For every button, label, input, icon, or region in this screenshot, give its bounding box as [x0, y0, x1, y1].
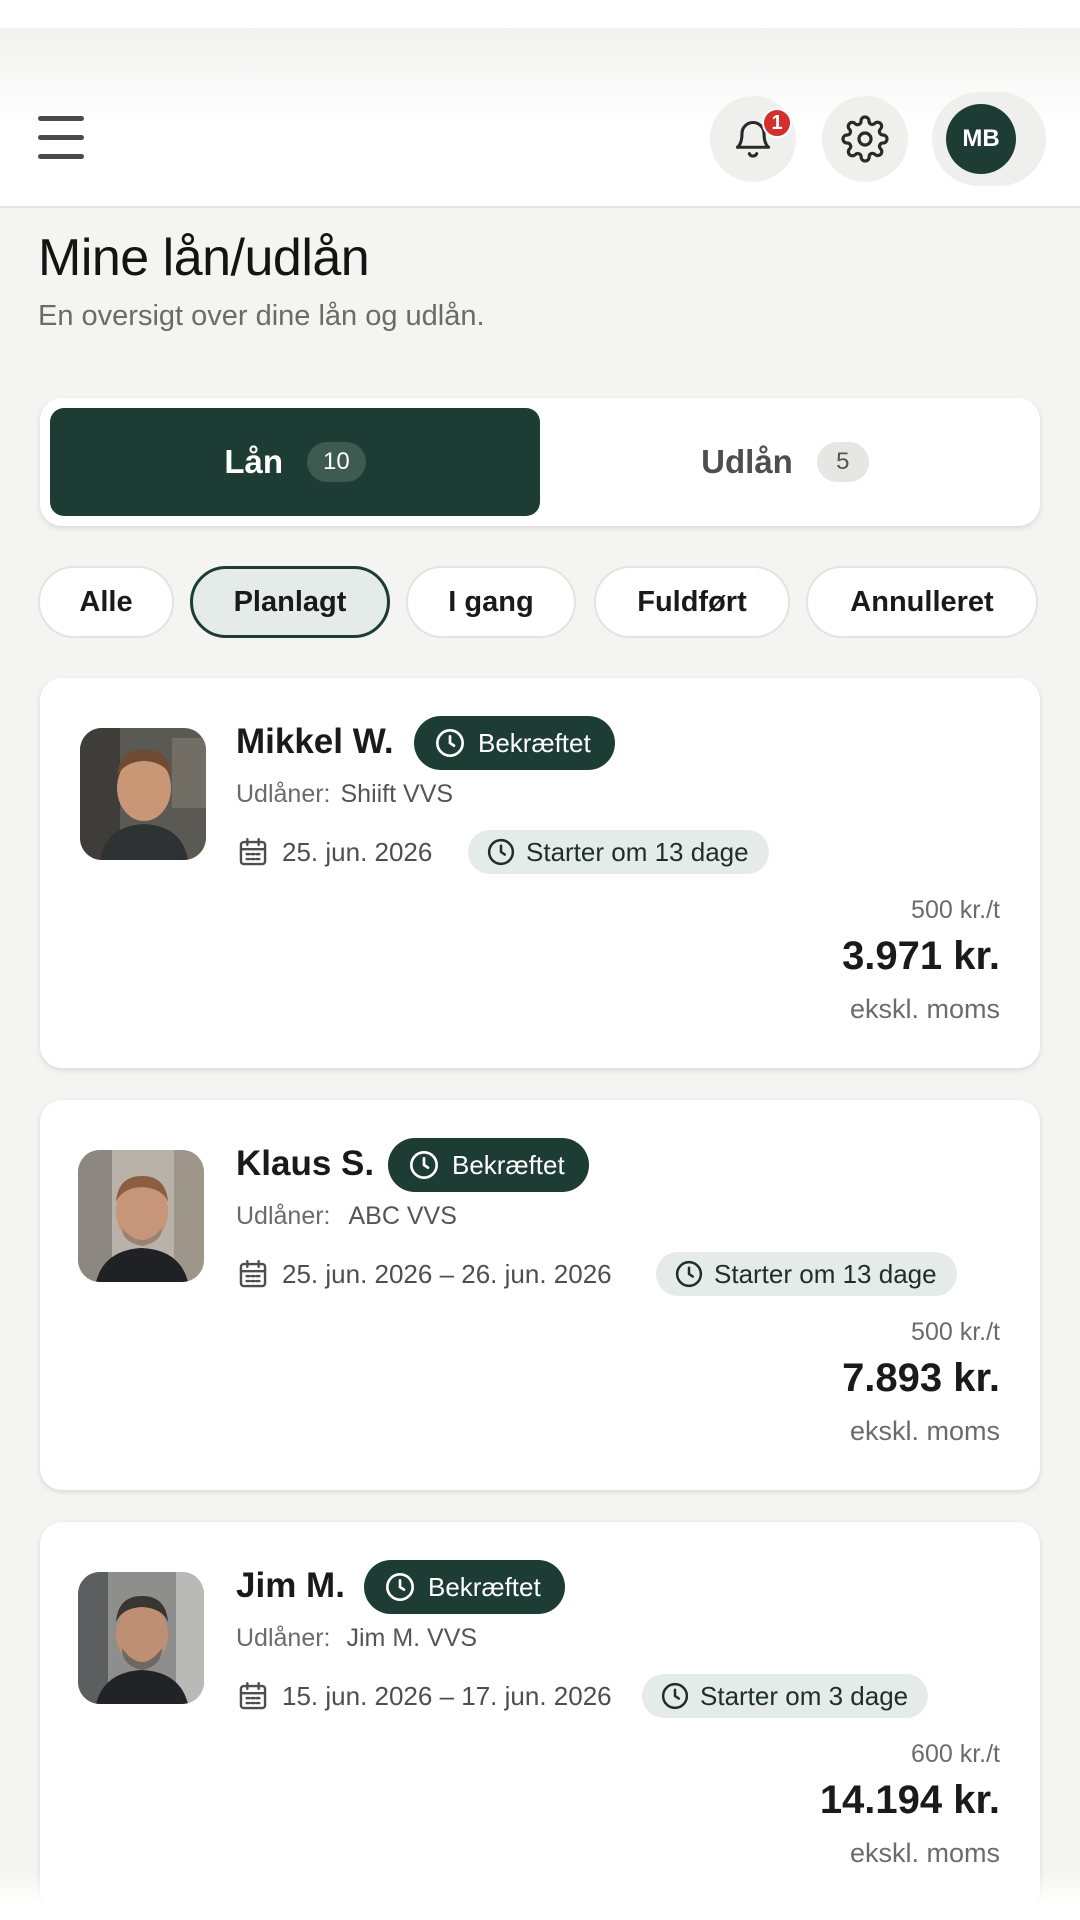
hourly-rate: 500 kr./t [911, 896, 1000, 924]
date-row: 15. jun. 2026 – 17. jun. 2026 [236, 1674, 612, 1718]
loan-card[interactable]: Mikkel W. Bekræftet Udlåner: Shiift VVS 2… [40, 678, 1040, 1068]
clock-icon [661, 1682, 689, 1710]
hourly-rate: 500 kr./t [911, 1318, 1000, 1346]
lender-label: Udlåner: [236, 780, 331, 808]
loan-date: 25. jun. 2026 – 26. jun. 2026 [282, 1258, 612, 1289]
filter-chip-alle[interactable]: Alle [38, 566, 174, 638]
loan-date: 25. jun. 2026 [282, 836, 433, 867]
start-countdown-pill: Starter om 3 dage [642, 1674, 929, 1718]
tab-udlaan[interactable]: Udlån 5 [540, 408, 1030, 516]
loan-date: 15. jun. 2026 – 17. jun. 2026 [282, 1680, 612, 1711]
lender-row: Udlåner: Jim M. VVS [236, 1624, 477, 1653]
tab-laan[interactable]: Lån 10 [50, 408, 540, 516]
worker-name: Mikkel W. [236, 722, 394, 761]
calendar-icon [236, 835, 270, 869]
gear-icon [841, 115, 889, 163]
total-price: 3.971 kr. [842, 934, 1000, 978]
start-countdown-label: Starter om 13 dage [526, 836, 749, 867]
notifications-button[interactable]: 1 [710, 96, 796, 182]
lender-name: ABC VVS [348, 1202, 457, 1230]
loan-card[interactable]: Jim M. Bekræftet Udlåner: Jim M. VVS 15. … [40, 1522, 1040, 1912]
status-badge: Bekræftet [388, 1138, 589, 1192]
tab-label: Udlån [701, 443, 793, 480]
clock-icon [675, 1260, 703, 1288]
worker-photo [78, 1572, 204, 1704]
app-header: 1 MB [0, 28, 1080, 208]
avatar: MB [946, 104, 1016, 174]
date-row: 25. jun. 2026 [236, 830, 432, 874]
hamburger-menu-icon[interactable] [38, 116, 90, 162]
start-countdown-label: Starter om 13 dage [714, 1258, 937, 1289]
total-price: 7.893 kr. [842, 1356, 1000, 1400]
filter-chip-annulleret[interactable]: Annulleret [806, 566, 1038, 638]
bottom-fade [0, 1870, 1080, 1920]
worker-name: Klaus S. [236, 1144, 375, 1183]
lender-row: Udlåner: Shiift VVS [236, 780, 453, 809]
page-title: Mine lån/udlån [38, 229, 370, 287]
status-label: Bekræftet [478, 727, 591, 758]
status-bar-area [0, 0, 1080, 28]
lender-label: Udlåner: [236, 1624, 331, 1652]
settings-button[interactable] [822, 96, 908, 182]
tab-count-badge: 10 [306, 442, 366, 482]
notification-count-badge: 1 [762, 108, 792, 138]
lender-name: Jim M. VVS [346, 1624, 478, 1652]
status-badge: Bekræftet [414, 716, 615, 770]
vat-note: ekskl. moms [849, 994, 1000, 1024]
clock-icon [410, 1151, 438, 1179]
clock-icon [487, 838, 515, 866]
status-label: Bekræftet [428, 1571, 541, 1602]
tab-count-badge: 5 [816, 442, 869, 482]
lender-name: Shiift VVS [340, 780, 454, 808]
total-price: 14.194 kr. [819, 1778, 1000, 1822]
status-label: Bekræftet [452, 1149, 565, 1180]
worker-name: Jim M. [236, 1566, 345, 1605]
clock-icon [386, 1573, 414, 1601]
worker-photo [80, 728, 206, 860]
filter-chip-i-gang[interactable]: I gang [406, 566, 576, 638]
clock-icon [436, 729, 464, 757]
calendar-icon [236, 1257, 270, 1291]
filter-chip-planlagt[interactable]: Planlagt [190, 566, 390, 638]
page-subtitle: En oversigt over dine lån og udlån. [38, 300, 485, 332]
calendar-icon [236, 1679, 270, 1713]
lender-label: Udlåner: [236, 1202, 331, 1230]
tab-label: Lån [224, 443, 283, 480]
worker-photo [78, 1150, 204, 1282]
start-countdown-pill: Starter om 13 dage [468, 830, 769, 874]
status-badge: Bekræftet [364, 1560, 565, 1614]
user-avatar-button[interactable]: MB [932, 92, 1046, 186]
date-row: 25. jun. 2026 – 26. jun. 2026 [236, 1252, 612, 1296]
vat-note: ekskl. moms [849, 1838, 1000, 1868]
filter-chip-fuldfoert[interactable]: Fuldført [594, 566, 790, 638]
lender-row: Udlåner: ABC VVS [236, 1202, 457, 1231]
vat-note: ekskl. moms [849, 1416, 1000, 1446]
loan-card[interactable]: Klaus S. Bekræftet Udlåner: ABC VVS 25. j… [40, 1100, 1040, 1490]
loan-type-segmented-control: Lån 10 Udlån 5 [40, 398, 1040, 526]
start-countdown-pill: Starter om 13 dage [656, 1252, 957, 1296]
start-countdown-label: Starter om 3 dage [700, 1680, 909, 1711]
hourly-rate: 600 kr./t [911, 1740, 1000, 1768]
